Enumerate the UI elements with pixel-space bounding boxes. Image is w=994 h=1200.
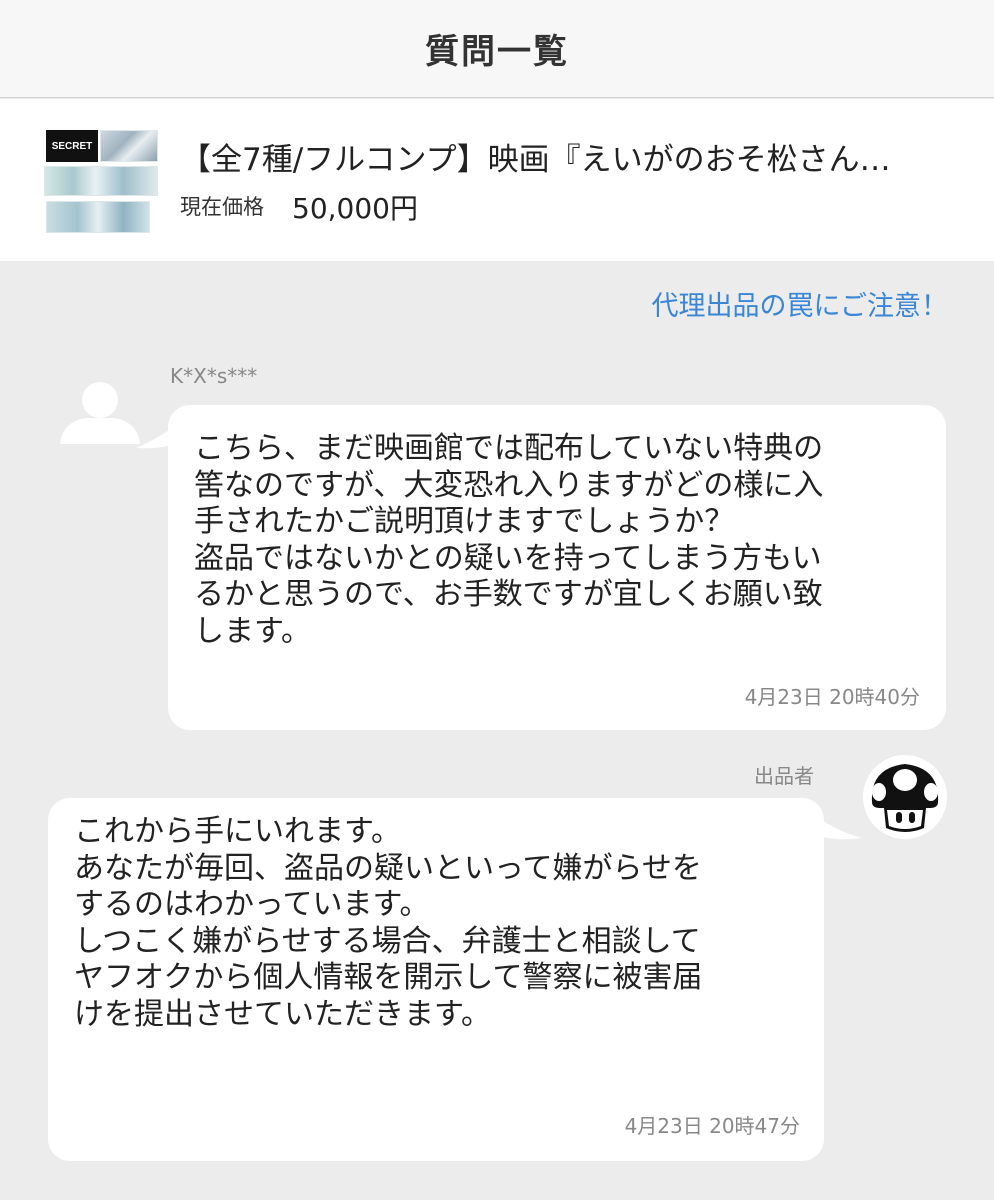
person-silhouette-icon: [60, 382, 140, 444]
question-text: こちら、まだ映画館では配布していない特典の 筈なのですが、大変恐れ入りますがどの…: [194, 431, 824, 649]
thumbnail-tile: [100, 130, 158, 162]
thumbnail-badge: SECRET: [46, 130, 98, 162]
item-thumbnail[interactable]: SECRET: [44, 129, 158, 235]
item-title[interactable]: 【全7種/フルコンプ】映画『えいがのおそ松さん…: [180, 134, 960, 179]
asker-username: K*X*s***: [170, 364, 258, 388]
answer-timestamp: 4月23日 20時47分: [624, 1114, 800, 1138]
thumbnail-tile: [46, 201, 150, 233]
answer-bubble: これから手にいれます。 あなたが毎回、盗品の疑いといって嫌がらせを するのはわか…: [48, 798, 824, 1161]
page-title: 質問一覧: [425, 32, 569, 72]
price-value: 50,000円: [292, 192, 418, 225]
question-timestamp: 4月23日 20時40分: [744, 685, 920, 709]
thumbnail-tile: [44, 166, 158, 196]
scam-warning-link[interactable]: 代理出品の罠にご注意！: [652, 284, 948, 323]
seller-label: 出品者: [754, 764, 814, 788]
question-bubble: こちら、まだ映画館では配布していない特典の 筈なのですが、大変恐れ入りますがどの…: [168, 405, 946, 730]
answer-text: これから手にいれます。 あなたが毎回、盗品の疑いといって嫌がらせを するのはわか…: [74, 814, 703, 1032]
header-bar: 質問一覧: [0, 0, 994, 98]
price-label: 現在価格: [180, 195, 264, 219]
mushroom-icon: [863, 755, 947, 839]
item-card[interactable]: SECRET: [0, 99, 994, 261]
